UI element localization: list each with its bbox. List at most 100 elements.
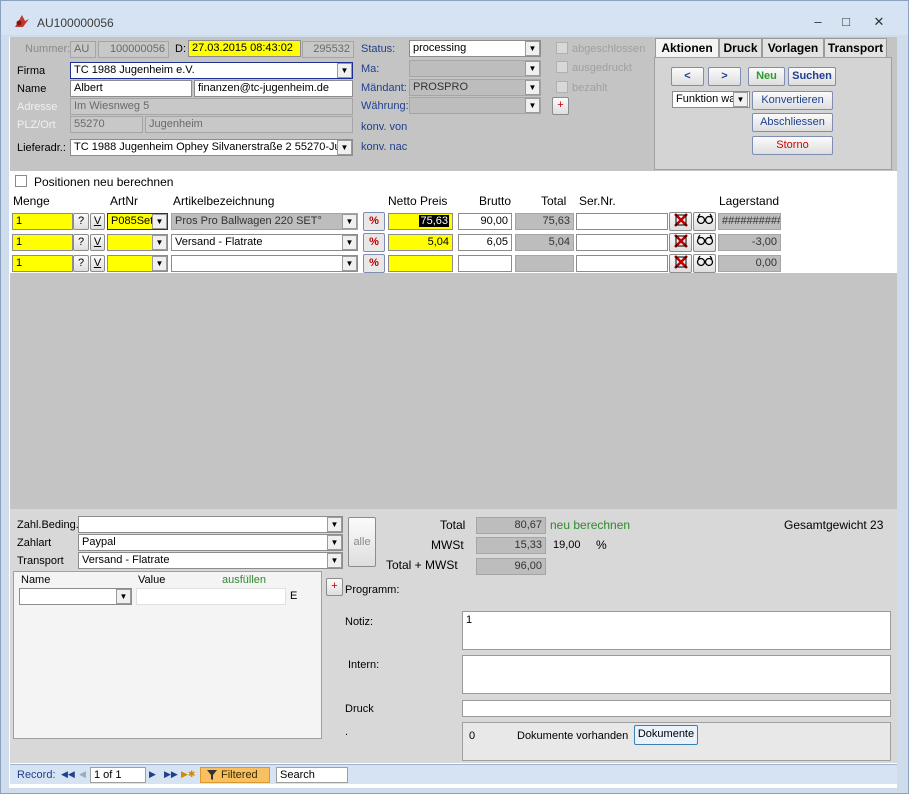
close-icon[interactable]: ✕ — [866, 13, 892, 31]
row2-menge-field[interactable]: 1 — [12, 234, 73, 251]
new-record-icon[interactable]: ▶✱ — [181, 769, 195, 780]
abgeschlossen-checkbox[interactable] — [556, 42, 568, 54]
row2-bezeichnung-field[interactable]: Versand - Flatrate — [171, 234, 358, 251]
row2-bezeichnung-dropdown-icon[interactable]: ▼ — [342, 235, 357, 250]
suchen-button[interactable]: Suchen — [788, 67, 836, 86]
row3-sernr-field[interactable] — [576, 255, 668, 272]
row2-view-icon[interactable] — [693, 233, 716, 252]
row2-brutto-field[interactable]: 6,05 — [458, 234, 512, 251]
row2-artnr-dropdown-icon[interactable]: ▼ — [152, 235, 167, 250]
dokumente-button[interactable]: Dokumente — [634, 725, 698, 745]
tab-aktionen[interactable]: Aktionen — [655, 38, 719, 59]
row1-lookup-button[interactable]: ? — [73, 213, 89, 230]
row2-netto-field[interactable]: 5,04 — [388, 234, 453, 251]
druck-field[interactable] — [462, 700, 891, 717]
zahlbed-field[interactable] — [78, 516, 343, 533]
prev-record-button[interactable]: < — [671, 67, 704, 86]
row3-view-icon[interactable] — [693, 254, 716, 273]
row1-sernr-field[interactable] — [576, 213, 668, 230]
row2-percent-button[interactable]: % — [363, 233, 385, 252]
lieferadr-field[interactable]: TC 1988 Jugenheim Ophey Silvanerstraße 2… — [70, 139, 353, 156]
intern-textarea[interactable] — [462, 655, 891, 694]
row2-v-button[interactable]: V — [90, 234, 105, 251]
row1-bezeichnung-field[interactable]: Pros Pro Ballwagen 220 SET° — [171, 213, 358, 230]
waehrung-field[interactable] — [409, 97, 541, 114]
row1-bezeichnung-dropdown-icon[interactable]: ▼ — [342, 214, 357, 229]
maximize-icon[interactable]: □ — [833, 13, 859, 31]
row3-lookup-button[interactable]: ? — [73, 255, 89, 272]
row2-sernr-field[interactable] — [576, 234, 668, 251]
zahlbed-dropdown-icon[interactable]: ▼ — [327, 517, 342, 532]
next-record-button[interactable]: > — [708, 67, 741, 86]
next-record-icon[interactable]: ▶ — [149, 769, 156, 780]
konvertieren-button[interactable]: Konvertieren — [752, 91, 833, 110]
neu-button[interactable]: Neu — [748, 67, 785, 86]
waehrung-plus-button[interactable]: + — [552, 97, 569, 115]
previous-record-icon[interactable]: ◀ — [79, 769, 86, 780]
row3-bezeichnung-field[interactable] — [171, 255, 358, 272]
alle-button[interactable]: alle — [348, 517, 376, 567]
minimize-icon[interactable]: – — [805, 13, 831, 31]
row2-delete-icon[interactable] — [669, 233, 692, 252]
notiz-textarea[interactable]: 1 — [462, 611, 891, 650]
email-field[interactable]: finanzen@tc-jugenheim.de — [194, 80, 353, 97]
row1-percent-button[interactable]: % — [363, 212, 385, 231]
name-field[interactable]: Albert — [70, 80, 192, 97]
abgeschlossen-label: abgeschlossen — [572, 43, 646, 55]
search-field[interactable]: Search — [276, 767, 348, 783]
row3-bezeichnung-dropdown-icon[interactable]: ▼ — [342, 256, 357, 271]
tab-transport[interactable]: Transport — [824, 38, 887, 58]
waehrung-dropdown-icon[interactable]: ▼ — [525, 98, 540, 113]
abschliessen-button[interactable]: Abschliessen — [752, 113, 833, 132]
row1-artnr-dropdown-icon[interactable]: ▼ — [152, 214, 167, 229]
status-field[interactable]: processing — [409, 40, 541, 57]
filtered-toggle[interactable]: Filtered — [200, 767, 270, 783]
zahlart-field[interactable]: Paypal — [78, 534, 343, 551]
col-sernr: Ser.Nr. — [579, 194, 616, 208]
programm-plus-button[interactable]: + — [326, 578, 343, 596]
mandant-dropdown-icon[interactable]: ▼ — [525, 80, 540, 95]
row1-delete-icon[interactable] — [669, 212, 692, 231]
row3-brutto-field[interactable] — [458, 255, 512, 272]
date-field[interactable]: 27.03.2015 08:43:02 — [188, 40, 301, 57]
nvp-value-field[interactable] — [136, 588, 286, 605]
col-lagerstand: Lagerstand — [719, 194, 780, 208]
firma-field[interactable]: TC 1988 Jugenheim e.V. — [70, 62, 353, 79]
ausfuellen-link[interactable]: ausfüllen — [222, 574, 266, 586]
row3-menge-field[interactable]: 1 — [12, 255, 73, 272]
row1-v-button[interactable]: V — [90, 213, 105, 230]
funktion-dropdown-icon[interactable]: ▼ — [733, 92, 748, 107]
mandant-field[interactable]: PROSPRO — [409, 79, 541, 96]
row3-percent-button[interactable]: % — [363, 254, 385, 273]
row3-artnr-dropdown-icon[interactable]: ▼ — [152, 256, 167, 271]
mwst-label: MWSt — [431, 538, 464, 552]
transport-dropdown-icon[interactable]: ▼ — [327, 553, 342, 568]
ma-field[interactable] — [409, 60, 541, 77]
lieferadr-dropdown-icon[interactable]: ▼ — [337, 140, 352, 155]
storno-button[interactable]: Storno — [752, 136, 833, 155]
row1-netto-field[interactable]: 75,63 — [388, 213, 453, 230]
ausgedruckt-checkbox[interactable] — [556, 61, 568, 73]
tab-druck[interactable]: Druck — [719, 38, 762, 58]
row3-delete-icon[interactable] — [669, 254, 692, 273]
firma-dropdown-icon[interactable]: ▼ — [337, 63, 352, 78]
transport-field[interactable]: Versand - Flatrate — [78, 552, 343, 569]
row1-view-icon[interactable] — [693, 212, 716, 231]
last-record-icon[interactable]: ▶▶ — [164, 769, 178, 780]
status-dropdown-icon[interactable]: ▼ — [525, 41, 540, 56]
zahlart-dropdown-icon[interactable]: ▼ — [327, 535, 342, 550]
recalc-positions-checkbox[interactable] — [15, 175, 27, 187]
row1-menge-field[interactable]: 1 — [12, 213, 73, 230]
first-record-icon[interactable]: ◀◀ — [61, 769, 75, 780]
row1-brutto-field[interactable]: 90,00 — [458, 213, 512, 230]
tab-vorlagen[interactable]: Vorlagen — [762, 38, 824, 58]
row3-netto-field[interactable] — [388, 255, 453, 272]
ort-field: Jugenheim — [145, 116, 353, 133]
nvp-name-dropdown-icon[interactable]: ▼ — [116, 589, 131, 604]
ma-dropdown-icon[interactable]: ▼ — [525, 61, 540, 76]
bezahlt-checkbox[interactable] — [556, 81, 568, 93]
row3-v-button[interactable]: V — [90, 255, 105, 272]
row2-lookup-button[interactable]: ? — [73, 234, 89, 251]
neu-berechnen-link[interactable]: neu berechnen — [550, 518, 630, 532]
record-position-field[interactable]: 1 of 1 — [90, 767, 146, 783]
